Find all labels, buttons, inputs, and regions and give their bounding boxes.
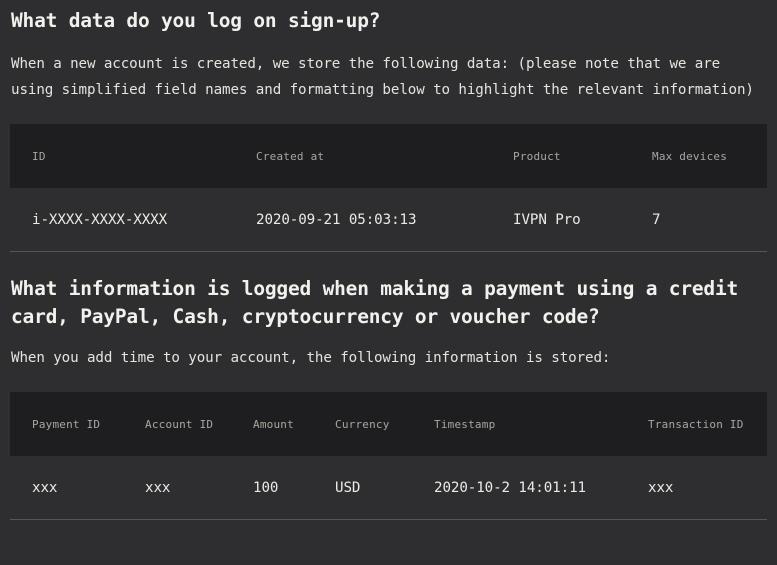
column-header-label: ID: [32, 149, 46, 163]
table-row: i-XXXX-XXXX-XXXX 2020-09-21 05:03:13 IVP…: [10, 188, 767, 252]
cell-transaction-id: xxx: [626, 456, 767, 520]
column-header-id: ID: [10, 124, 234, 188]
cell-value: xxx: [648, 479, 674, 496]
cell-product: IVPN Pro: [491, 188, 630, 252]
column-header-label: Created at: [256, 149, 325, 163]
cell-value: 2020-10-2 14:01:11: [434, 479, 586, 496]
cell-currency: USD: [313, 456, 412, 520]
column-header-currency: Currency: [313, 392, 412, 456]
column-header-label: Product: [513, 149, 561, 163]
cell-created-at: 2020-09-21 05:03:13: [234, 188, 491, 252]
payment-data-description: When you add time to your account, the f…: [11, 350, 611, 366]
column-header-product: Product: [491, 124, 630, 188]
page-title: What data do you log on sign-up?: [11, 9, 381, 32]
table-body: xxx xxx 100 USD 2020-10-2 14:01:11 xxx: [10, 456, 767, 520]
column-header-account-id: Account ID: [123, 392, 231, 456]
column-header-label: Payment ID: [32, 417, 101, 431]
signup-data-table-wrapper: ID Created at Product Max devices i-XXXX…: [0, 124, 777, 252]
cell-account-id: xxx: [123, 456, 231, 520]
column-header-label: Currency: [335, 417, 390, 431]
cell-payment-id: xxx: [10, 456, 123, 520]
signup-data-table: ID Created at Product Max devices i-XXXX…: [10, 124, 767, 252]
column-header-label: Amount: [253, 417, 294, 431]
cell-timestamp: 2020-10-2 14:01:11: [412, 456, 626, 520]
cell-value: 100: [253, 479, 279, 496]
table-body: i-XXXX-XXXX-XXXX 2020-09-21 05:03:13 IVP…: [10, 188, 767, 252]
cell-value: xxx: [145, 479, 171, 496]
column-header-amount: Amount: [231, 392, 313, 456]
column-header-transaction-id: Transaction ID: [626, 392, 767, 456]
column-header-payment-id: Payment ID: [10, 392, 123, 456]
column-header-max-devices: Max devices: [630, 124, 767, 188]
column-header-label: Timestamp: [434, 417, 496, 431]
table-header: Payment ID Account ID Amount Currency Ti…: [10, 392, 767, 456]
cell-amount: 100: [231, 456, 313, 520]
cell-id: i-XXXX-XXXX-XXXX: [10, 188, 234, 252]
cell-value: 2020-09-21 05:03:13: [256, 211, 417, 228]
table-header-row: Payment ID Account ID Amount Currency Ti…: [10, 392, 767, 456]
column-header-label: Max devices: [652, 149, 728, 163]
cell-value: xxx: [32, 479, 58, 496]
payment-section-title: What information is logged when making a…: [11, 277, 739, 328]
payment-data-table: Payment ID Account ID Amount Currency Ti…: [10, 392, 767, 520]
payment-data-table-wrapper: Payment ID Account ID Amount Currency Ti…: [0, 392, 777, 520]
table-row: xxx xxx 100 USD 2020-10-2 14:01:11 xxx: [10, 456, 767, 520]
cell-value: i-XXXX-XXXX-XXXX: [32, 211, 168, 228]
column-header-label: Transaction ID: [648, 417, 744, 431]
cell-value: USD: [335, 479, 361, 496]
cell-max-devices: 7: [630, 188, 767, 252]
table-header: ID Created at Product Max devices: [10, 124, 767, 188]
column-header-label: Account ID: [145, 417, 214, 431]
signup-data-description: When a new account is created, we store …: [11, 56, 754, 98]
cell-value: 7: [652, 211, 661, 228]
column-header-created-at: Created at: [234, 124, 491, 188]
cell-value: IVPN Pro: [513, 211, 581, 228]
table-header-row: ID Created at Product Max devices: [10, 124, 767, 188]
column-header-timestamp: Timestamp: [412, 392, 626, 456]
privacy-policy-page: What data do you log on sign-up? When a …: [0, 0, 777, 565]
